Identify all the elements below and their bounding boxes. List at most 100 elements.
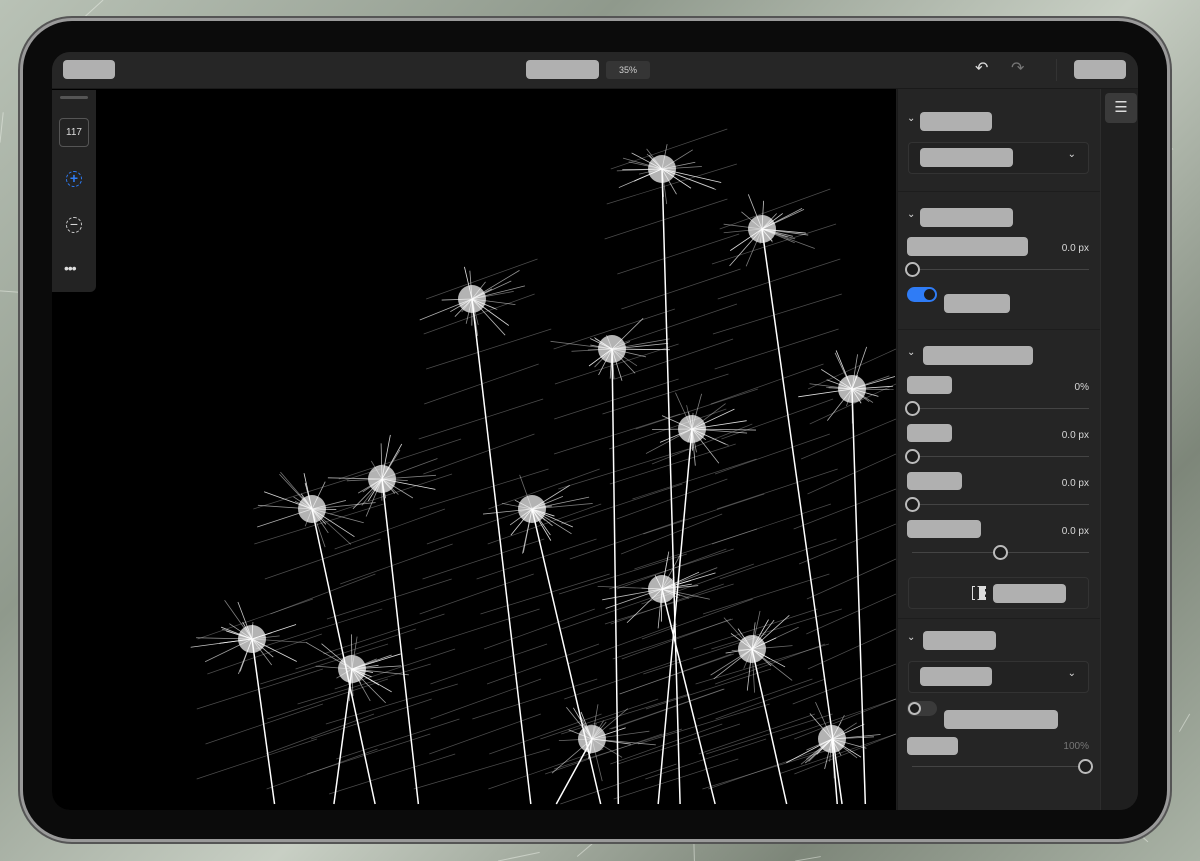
feather-strand	[381, 478, 420, 805]
background-strand	[0, 112, 4, 143]
slider-track[interactable]	[912, 545, 1089, 560]
chevron-down-icon[interactable]: ⌄	[907, 113, 915, 124]
feather-strand	[488, 748, 604, 790]
section-2: ⌄ 0.0 px	[898, 192, 1101, 330]
feather-strand	[806, 593, 896, 635]
apply-button[interactable]	[908, 577, 1089, 609]
top-toolbar: 35% ↶ ↷	[52, 52, 1138, 89]
export-button[interactable]	[1074, 60, 1126, 79]
toggle-switch[interactable]	[907, 701, 937, 716]
feather-strand	[561, 483, 683, 525]
slider-value: 0%	[1074, 382, 1089, 393]
more-icon[interactable]: •••	[64, 260, 77, 276]
section-3: ⌄ 0% 0.0 px 0.0 px 0.0 px	[898, 330, 1101, 619]
feather-strand	[484, 608, 595, 650]
slider-value: 100%	[1063, 741, 1089, 752]
section-1-dropdown[interactable]: ⌄	[908, 142, 1089, 174]
feather-strand	[567, 623, 678, 665]
slider-thumb[interactable]	[905, 262, 920, 277]
chevron-down-icon: ⌄	[1067, 149, 1076, 160]
slider-label	[907, 424, 952, 442]
app-screen: 35% ↶ ↷ 117 + − ••• ⌄ ⌄ ⌄ 0.0 px ⌄ 0% 0.…	[52, 52, 1138, 810]
slider-value: 0.0 px	[1061, 243, 1089, 254]
feather-strand	[634, 528, 758, 570]
feather-strand	[267, 678, 389, 720]
feather-strand	[609, 443, 736, 485]
feather-tip	[578, 725, 606, 753]
left-toolbar: 117 + − •••	[52, 90, 96, 292]
feather-strand	[264, 538, 381, 580]
feather-strand	[621, 268, 741, 310]
adjustments-icon[interactable]: ☰	[1105, 93, 1137, 123]
feather-strand	[553, 413, 681, 455]
slider-track[interactable]	[905, 497, 1089, 512]
toggle-label	[944, 710, 1058, 729]
image-canvas[interactable]	[52, 89, 896, 810]
feather-tip	[238, 625, 266, 653]
brush-size-button[interactable]: 117	[59, 118, 89, 147]
feather-tip	[648, 155, 676, 183]
feather-strand	[604, 198, 728, 240]
slider-label	[907, 737, 958, 755]
feather-strand	[486, 643, 600, 685]
feather-strand	[196, 738, 318, 780]
feather-strand	[697, 678, 813, 720]
feather-strand	[705, 713, 833, 755]
feather-tip	[818, 725, 846, 753]
slider-thumb[interactable]	[905, 401, 920, 416]
dropdown-value	[920, 667, 992, 686]
slider-track[interactable]	[905, 262, 1089, 277]
back-button[interactable]	[63, 60, 115, 79]
chevron-down-icon: ⌄	[1067, 668, 1076, 679]
feather-strand	[717, 258, 841, 300]
feather-strand	[430, 643, 548, 685]
section-4-dropdown[interactable]: ⌄	[908, 661, 1089, 693]
feather-strand	[851, 388, 867, 805]
zoom-in-icon[interactable]: +	[66, 171, 82, 187]
slider-thumb[interactable]	[993, 545, 1008, 560]
section-title	[920, 112, 992, 131]
chevron-down-icon[interactable]: ⌄	[907, 347, 915, 358]
feather-strand	[424, 363, 539, 405]
feather-strand	[711, 608, 842, 650]
chevron-down-icon[interactable]: ⌄	[907, 632, 915, 643]
background-strand	[1178, 713, 1191, 732]
feather-strand	[413, 748, 550, 790]
dropdown-value	[920, 148, 1013, 167]
feather-strand	[336, 718, 460, 760]
slider-thumb[interactable]	[905, 449, 920, 464]
feather-tip	[838, 375, 866, 403]
slider-thumb[interactable]	[1078, 759, 1093, 774]
feather-strand	[430, 678, 542, 720]
slider-track[interactable]	[905, 449, 1089, 464]
right-rail: ☰	[1100, 89, 1138, 810]
redo-icon[interactable]: ↷	[1011, 61, 1024, 77]
zoom-level[interactable]: 35%	[606, 61, 650, 79]
feather-tip	[648, 575, 676, 603]
feather-strand	[661, 588, 716, 805]
feather-strand	[418, 398, 544, 440]
feather-tip	[458, 285, 486, 313]
background-strand	[497, 851, 540, 861]
feather-tip	[298, 495, 326, 523]
drag-handle[interactable]	[60, 96, 88, 99]
toggle-switch[interactable]	[907, 287, 937, 302]
feather-tip	[598, 335, 626, 363]
slider-label	[907, 520, 981, 538]
section-title	[923, 346, 1033, 365]
section-title	[920, 208, 1013, 227]
feather-strand	[338, 438, 462, 480]
document-title[interactable]	[526, 60, 599, 79]
slider-thumb[interactable]	[905, 497, 920, 512]
zoom-out-icon[interactable]: −	[66, 217, 82, 233]
feather-strand	[632, 458, 757, 500]
feather-strand	[792, 663, 896, 705]
undo-icon[interactable]: ↶	[975, 61, 988, 77]
chevron-down-icon[interactable]: ⌄	[907, 209, 915, 220]
feather-tip	[738, 635, 766, 663]
feather-strand	[476, 538, 597, 580]
slider-label	[907, 376, 952, 394]
slider-track[interactable]	[912, 759, 1093, 774]
feather-tip	[518, 495, 546, 523]
slider-track[interactable]	[905, 401, 1089, 416]
